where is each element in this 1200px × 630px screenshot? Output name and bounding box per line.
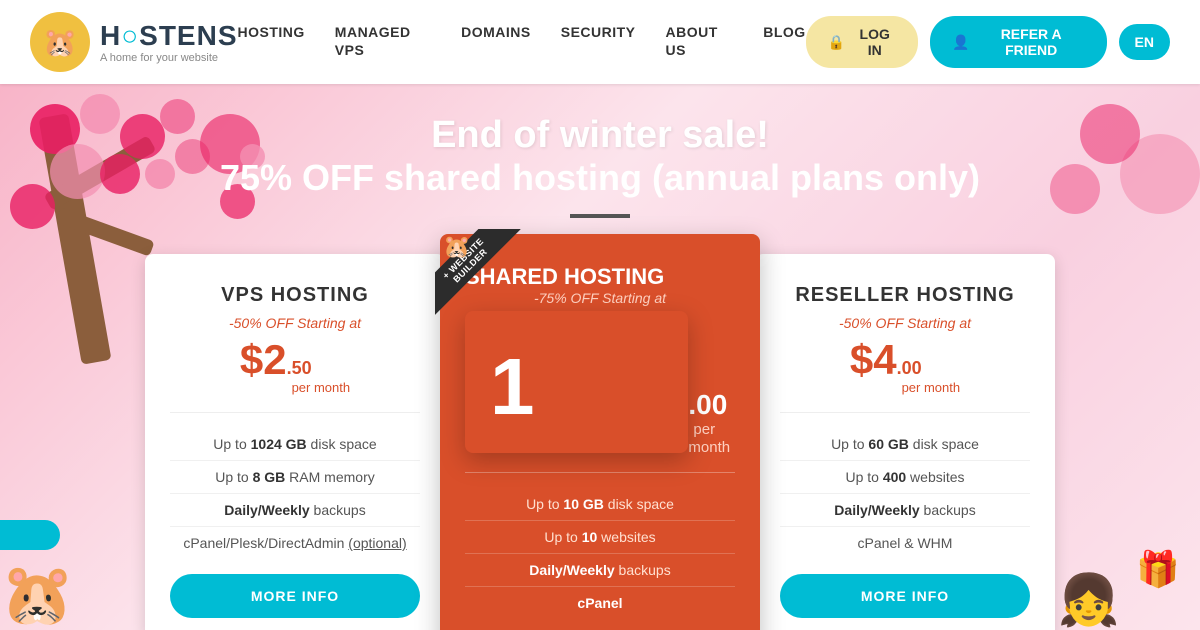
- reseller-feature-websites: Up to 400 websites: [780, 461, 1030, 494]
- logo-icon: 🐹: [30, 12, 90, 72]
- tree-branch-2: [55, 207, 154, 256]
- hero-section: 🐹 👧 🎁 End of winter sale! 75% OFF shared…: [0, 84, 1200, 630]
- reseller-feature-disk: Up to 60 GB disk space: [780, 428, 1030, 461]
- blossom: [30, 104, 80, 154]
- reseller-more-info-button[interactable]: MORE INFO: [780, 574, 1030, 618]
- shared-hosting-card: + WEBSITEBUILDER 🐹 SHARED HOSTING -75% O…: [440, 234, 760, 630]
- tree-trunk: [39, 113, 112, 364]
- right-blossom1: [1120, 134, 1200, 214]
- vps-hosting-card: VPS HOSTING -50% OFF Starting at $ 2 .50…: [145, 254, 445, 630]
- vps-feature-disk: Up to 1024 GB disk space: [170, 428, 420, 461]
- vps-more-info-button[interactable]: MORE INFO: [170, 574, 420, 618]
- person-icon: 👤: [952, 34, 969, 51]
- vps-features: Up to 1024 GB disk space Up to 8 GB RAM …: [170, 428, 420, 559]
- tree-branch-1: [44, 135, 157, 211]
- reseller-price-per: per month: [902, 380, 961, 395]
- badge-icon: 🐹: [443, 234, 470, 260]
- reseller-feature-cpanel: cPanel & WHM: [780, 527, 1030, 559]
- blossom: [50, 144, 105, 199]
- shared-divider: [465, 472, 735, 473]
- reseller-price-dollar: $: [850, 336, 873, 384]
- pricing-row: VPS HOSTING -50% OFF Starting at $ 2 .50…: [145, 234, 1055, 630]
- nav-item-hosting[interactable]: HOSTING: [238, 24, 305, 60]
- website-builder-badge: + WEBSITEBUILDER 🐹: [435, 229, 535, 329]
- hero-line2: 75% OFF shared hosting (annual plans onl…: [220, 157, 980, 199]
- monster-left: 🐹: [0, 559, 75, 630]
- nav-links: HOSTING MANAGED VPS DOMAINS SECURITY ABO…: [238, 24, 806, 60]
- blossom: [10, 184, 55, 229]
- vps-discount: -50% OFF Starting at: [170, 315, 420, 331]
- shared-feature-disk: Up to 10 GB disk space: [465, 488, 735, 521]
- shared-features: Up to 10 GB disk space Up to 10 websites…: [465, 488, 735, 619]
- hero-title: End of winter sale! 75% OFF shared hosti…: [220, 114, 980, 199]
- hero-line1: End of winter sale!: [220, 114, 980, 157]
- reseller-price-main: 4: [873, 336, 896, 384]
- logo[interactable]: 🐹 H○STENS A home for your website: [30, 12, 238, 72]
- vps-price-cents: .50: [287, 358, 312, 378]
- nav-item-security[interactable]: SECURITY: [561, 24, 636, 60]
- blossom: [80, 94, 120, 134]
- vps-feature-cpanel: cPanel/Plesk/DirectAdmin (optional): [170, 527, 420, 559]
- shared-price-cents: .00: [688, 389, 727, 420]
- vps-feature-ram: Up to 8 GB RAM memory: [170, 461, 420, 494]
- reseller-card-title: RESELLER HOSTING: [780, 284, 1030, 307]
- reseller-hosting-card: RESELLER HOSTING -50% OFF Starting at $ …: [755, 254, 1055, 630]
- vps-price-per: per month: [292, 380, 351, 395]
- shared-feature-websites: Up to 10 websites: [465, 521, 735, 554]
- nav-actions: 🔒 LOG IN 👤 REFER A FRIEND EN: [806, 16, 1170, 68]
- reseller-discount: -50% OFF Starting at: [780, 315, 1030, 331]
- language-button[interactable]: EN: [1119, 24, 1170, 60]
- blossom: [160, 99, 195, 134]
- hero-divider: [570, 214, 630, 218]
- reseller-features: Up to 60 GB disk space Up to 400 website…: [780, 428, 1030, 559]
- blossom: [100, 154, 140, 194]
- vps-price-dollar: $: [240, 336, 263, 384]
- nav-item-domains[interactable]: DOMAINS: [461, 24, 531, 60]
- logo-brand: H○STENS: [100, 20, 238, 52]
- vps-feature-backups: Daily/Weekly backups: [170, 494, 420, 527]
- reseller-divider: [780, 412, 1030, 413]
- reseller-feature-backups: Daily/Weekly backups: [780, 494, 1030, 527]
- logo-tagline: A home for your website: [100, 52, 238, 64]
- shared-price-main: 1: [465, 311, 688, 453]
- vps-card-title: VPS HOSTING: [170, 284, 420, 307]
- reseller-price-cents: .00: [897, 358, 922, 378]
- right-gift: 🎁: [1136, 549, 1180, 590]
- vps-divider: [170, 412, 420, 413]
- shared-price-area: 1 .00 per month: [465, 311, 735, 457]
- blue-arm-decoration: [0, 520, 60, 550]
- right-character: 👧: [1058, 571, 1120, 630]
- right-blossom2: [1080, 104, 1140, 164]
- logo-circle-letter: ○: [121, 20, 139, 51]
- blossom: [175, 139, 210, 174]
- nav-item-managed-vps[interactable]: MANAGED VPS: [335, 24, 431, 60]
- refer-button[interactable]: 👤 REFER A FRIEND: [930, 16, 1106, 68]
- shared-feature-backups: Daily/Weekly backups: [465, 554, 735, 587]
- login-button[interactable]: 🔒 LOG IN: [806, 16, 919, 68]
- shared-feature-cpanel: cPanel: [465, 587, 735, 619]
- nav-item-about[interactable]: ABOUT US: [666, 24, 734, 60]
- vps-price-area: $ 2 .50 per month: [170, 336, 420, 397]
- navbar: 🐹 H○STENS A home for your website HOSTIN…: [0, 0, 1200, 84]
- lock-icon: 🔒: [828, 34, 845, 51]
- nav-item-blog[interactable]: BLOG: [763, 24, 805, 60]
- shared-price-per: per month: [688, 421, 730, 456]
- right-blossom3: [1050, 164, 1100, 214]
- vps-price-main: 2: [263, 336, 286, 384]
- blossom: [120, 114, 165, 159]
- blossom: [145, 159, 175, 189]
- reseller-price-area: $ 4 .00 per month: [780, 336, 1030, 397]
